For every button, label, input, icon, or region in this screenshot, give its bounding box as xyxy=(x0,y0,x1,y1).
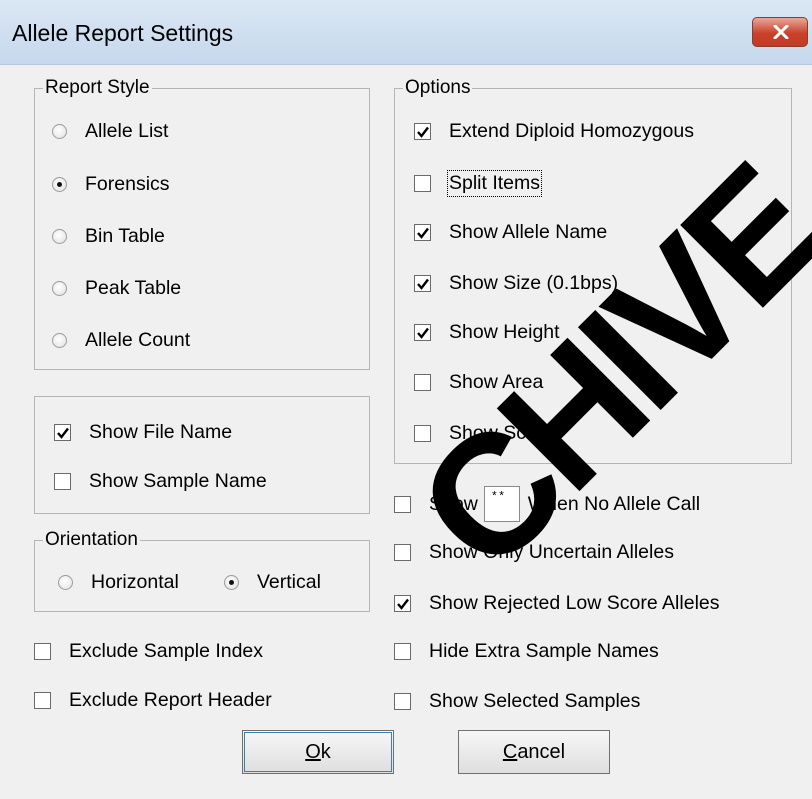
radio-button[interactable] xyxy=(58,574,73,590)
checkbox-exclude-report-header[interactable]: Exclude Report Header xyxy=(34,685,272,715)
checkbox-label: Show Selected Samples xyxy=(429,689,641,712)
checkbox[interactable] xyxy=(414,223,431,241)
ok-mnemonic: O xyxy=(305,740,321,763)
report-style-title: Report Style xyxy=(43,77,152,99)
checkbox[interactable] xyxy=(414,274,431,292)
checkbox[interactable] xyxy=(414,323,431,341)
checkbox[interactable] xyxy=(414,122,431,140)
radio-vertical[interactable]: Vertical xyxy=(224,567,321,597)
checkbox[interactable] xyxy=(414,373,431,391)
checkmark-icon xyxy=(417,126,429,138)
checkbox-label: Hide Extra Sample Names xyxy=(429,639,659,662)
checkbox-label: Exclude Report Header xyxy=(69,688,272,711)
radio-forensics[interactable]: Forensics xyxy=(52,169,170,199)
checkbox[interactable] xyxy=(394,594,411,612)
checkmark-icon xyxy=(397,598,409,610)
checkbox[interactable] xyxy=(394,495,411,513)
radio-peak-table[interactable]: Peak Table xyxy=(52,273,181,303)
checkbox-label: Show Only Uncertain Alleles xyxy=(429,540,674,563)
radio-label: Allele Count xyxy=(85,328,191,351)
checkbox-show-height[interactable]: Show Height xyxy=(414,317,560,347)
cancel-button[interactable]: Cancel xyxy=(458,730,610,774)
checkbox[interactable] xyxy=(414,174,431,192)
checkbox-extend-diploid-homozygous[interactable]: Extend Diploid Homozygous xyxy=(414,116,694,146)
checkmark-icon xyxy=(417,278,429,290)
checkbox-split-items[interactable]: Split Items xyxy=(414,168,543,198)
radio-label: Bin Table xyxy=(85,224,165,247)
title-bar[interactable]: Allele Report Settings xyxy=(0,0,812,65)
checkbox[interactable] xyxy=(394,692,411,710)
radio-allele-count[interactable]: Allele Count xyxy=(52,325,190,355)
checkbox[interactable] xyxy=(54,472,71,490)
ok-label-rest: k xyxy=(320,740,331,763)
checkbox-show-size[interactable]: Show Size (0.1bps) xyxy=(414,268,618,298)
radio-button[interactable] xyxy=(52,176,67,192)
no-call-text-input[interactable]: ** xyxy=(483,486,520,522)
cancel-mnemonic: C xyxy=(502,740,518,763)
allele-report-settings-dialog: Allele Report Settings Report Style Alle… xyxy=(0,0,812,799)
checkbox-label: Exclude Sample Index xyxy=(69,639,264,662)
radio-allele-list[interactable]: Allele List xyxy=(52,116,168,146)
checkbox[interactable] xyxy=(34,691,51,709)
radio-button[interactable] xyxy=(52,228,67,244)
checkbox-label: Show Size (0.1bps) xyxy=(449,271,619,294)
orientation-title: Orientation xyxy=(43,529,140,551)
radio-label: Peak Table xyxy=(85,276,182,299)
checkbox-label: Show Area xyxy=(449,370,544,393)
checkbox-hide-extra-sample-names[interactable]: Hide Extra Sample Names xyxy=(394,636,659,666)
checkmark-icon xyxy=(57,427,69,439)
window-title: Allele Report Settings xyxy=(12,20,234,46)
checkbox-show-only-uncertain-alleles[interactable]: Show Only Uncertain Alleles xyxy=(394,537,674,567)
checkbox-show-when-no-allele-call[interactable]: Show ** When No Allele Call xyxy=(394,486,700,522)
checkbox-show-selected-samples[interactable]: Show Selected Samples xyxy=(394,686,640,716)
ok-button[interactable]: Ok xyxy=(242,730,394,774)
radio-button[interactable] xyxy=(52,280,67,296)
checkbox-show-file-name[interactable]: Show File Name xyxy=(54,417,232,447)
checkbox[interactable] xyxy=(414,424,431,442)
radio-label: Vertical xyxy=(257,570,321,593)
checkbox-label: Show Rejected Low Score Alleles xyxy=(429,591,720,614)
checkbox[interactable] xyxy=(394,543,411,561)
radio-label: Forensics xyxy=(85,172,170,195)
radio-horizontal[interactable]: Horizontal xyxy=(58,567,179,597)
name-options-group xyxy=(34,396,370,514)
checkbox[interactable] xyxy=(394,642,411,660)
checkbox-label: Show Allele Name xyxy=(449,220,608,243)
checkbox-label: Show Score xyxy=(449,421,555,444)
checkbox-exclude-sample-index[interactable]: Exclude Sample Index xyxy=(34,636,263,666)
checkbox-show-score[interactable]: Show Score xyxy=(414,418,554,448)
checkbox-show-rejected-low-score-alleles[interactable]: Show Rejected Low Score Alleles xyxy=(394,588,720,618)
checkbox-show-sample-name[interactable]: Show Sample Name xyxy=(54,466,267,496)
checkbox-label: Show Sample Name xyxy=(89,469,267,492)
radio-button[interactable] xyxy=(52,332,67,348)
radio-label: Allele List xyxy=(85,119,169,142)
checkbox-label: Show Height xyxy=(449,320,560,343)
checkbox[interactable] xyxy=(34,642,51,660)
checkbox-show-allele-name[interactable]: Show Allele Name xyxy=(414,217,607,247)
no-call-prefix: Show xyxy=(429,492,478,515)
cancel-label-rest: ancel xyxy=(517,740,566,763)
radio-label: Horizontal xyxy=(91,570,179,593)
checkbox-label: Show File Name xyxy=(89,420,233,443)
close-button[interactable] xyxy=(752,17,808,47)
checkmark-icon xyxy=(417,327,429,339)
checkmark-icon xyxy=(417,227,429,239)
radio-button[interactable] xyxy=(52,123,67,139)
radio-button[interactable] xyxy=(224,574,239,590)
checkbox[interactable] xyxy=(54,423,71,441)
checkbox-label: Split Items xyxy=(446,169,543,197)
no-call-suffix: When No Allele Call xyxy=(527,492,701,515)
radio-bin-table[interactable]: Bin Table xyxy=(52,221,165,251)
checkbox-show-area[interactable]: Show Area xyxy=(414,367,543,397)
close-icon xyxy=(773,25,789,39)
checkbox-label: Extend Diploid Homozygous xyxy=(449,119,694,142)
options-title: Options xyxy=(403,77,473,99)
